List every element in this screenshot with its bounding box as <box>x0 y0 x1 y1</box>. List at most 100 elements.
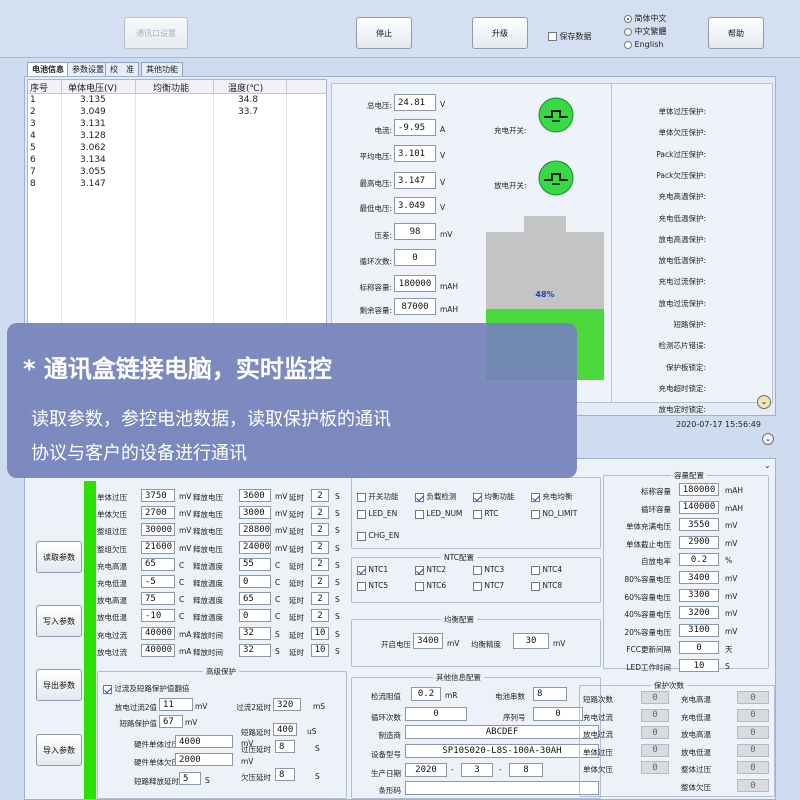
ntc-check[interactable] <box>473 565 482 575</box>
save-data-checkbox[interactable]: 保存数据 <box>548 31 592 42</box>
switch-check[interactable] <box>531 509 540 519</box>
lang-traditional[interactable]: 中文繁體 <box>624 25 667 38</box>
switch-check[interactable] <box>531 492 540 502</box>
capacity-input[interactable]: 140000 <box>679 500 719 514</box>
date-month-input[interactable]: 3 <box>461 763 493 777</box>
param-release-input[interactable]: 55 <box>239 557 271 571</box>
ntc-option[interactable]: NTC8 <box>531 581 562 591</box>
capacity-input[interactable]: 0 <box>679 641 719 655</box>
capacity-input[interactable]: 3400 <box>679 571 719 584</box>
switch-option[interactable]: 均衡功能 <box>473 491 514 502</box>
capacity-input[interactable]: 3100 <box>679 623 719 637</box>
ntc-option[interactable]: NTC4 <box>531 565 562 575</box>
balance-precision-input[interactable]: 30 <box>513 633 549 649</box>
ntc-option[interactable]: NTC3 <box>473 565 504 575</box>
export-params-button[interactable]: 导出参数 <box>36 669 82 701</box>
table-row[interactable]: 2 3.049 33.7 <box>28 107 326 119</box>
param-delay-input[interactable]: 2 <box>311 592 329 606</box>
param-release-input[interactable]: 24000 <box>239 540 271 554</box>
switch-option[interactable]: 开关功能 <box>357 491 398 502</box>
date-day-input[interactable]: 8 <box>509 763 543 777</box>
ntc-check[interactable] <box>473 581 482 591</box>
param-value-input[interactable]: 21600 <box>141 540 175 554</box>
param-value-input[interactable]: 40000 <box>141 643 175 657</box>
ntc-check[interactable] <box>415 565 424 575</box>
oc2-input[interactable]: 11 <box>159 698 193 711</box>
param-value-input[interactable]: 75 <box>141 592 175 606</box>
ntc-check[interactable] <box>357 565 366 575</box>
switch-option[interactable]: CHG_EN <box>357 531 399 541</box>
tab-calibration[interactable]: 校 准 <box>105 62 139 76</box>
lang-radio-traditional[interactable] <box>624 27 632 36</box>
date-year-input[interactable]: 2020 <box>405 763 447 777</box>
ntc-check[interactable] <box>357 581 366 591</box>
ntc-check[interactable] <box>531 565 540 575</box>
param-release-input[interactable]: 28800 <box>239 523 271 537</box>
upgrade-button[interactable]: 升级 <box>472 17 528 49</box>
param-value-input[interactable]: -10 <box>141 609 175 623</box>
param-release-input[interactable]: 32 <box>239 643 271 657</box>
switch-check[interactable] <box>415 509 424 519</box>
ntc-check[interactable] <box>415 581 424 591</box>
ov-delay-input[interactable]: 8 <box>275 740 295 753</box>
switch-option[interactable]: LED_NUM <box>415 509 462 519</box>
capacity-input[interactable]: 3550 <box>679 518 719 532</box>
sc-release-input[interactable]: 5 <box>179 772 201 785</box>
param-value-input[interactable]: 30000 <box>141 523 175 537</box>
ntc-option[interactable]: NTC2 <box>415 565 446 575</box>
param-release-input[interactable]: 32 <box>239 626 271 640</box>
param-value-input[interactable]: 2700 <box>141 506 175 520</box>
lang-radio-simplified[interactable] <box>624 14 632 23</box>
balance-start-input[interactable]: 3400 <box>413 633 443 649</box>
param-delay-input[interactable]: 2 <box>311 575 329 588</box>
switch-option[interactable]: 负载检测 <box>415 491 456 502</box>
table-row[interactable]: 1 3.135 34.8 <box>28 95 326 107</box>
ntc-option[interactable]: NTC7 <box>473 581 504 591</box>
tab-other-functions[interactable]: 其他功能 <box>141 62 183 76</box>
barcode-input[interactable] <box>405 781 599 795</box>
capacity-input[interactable]: 10 <box>679 659 719 672</box>
switch-check[interactable] <box>473 509 482 519</box>
param-value-input[interactable]: 3750 <box>141 489 175 502</box>
lang-simplified[interactable]: 简体中文 <box>624 12 667 25</box>
switch-option[interactable]: RTC <box>473 509 498 519</box>
table-row[interactable]: 8 3.147 <box>28 179 326 191</box>
ntc-check[interactable] <box>531 581 540 591</box>
param-delay-input[interactable]: 2 <box>311 557 329 571</box>
read-params-button[interactable]: 读取参数 <box>36 541 82 573</box>
table-row[interactable]: 5 3.062 <box>28 143 326 155</box>
help-button[interactable]: 帮助 <box>708 17 764 49</box>
switch-option[interactable]: LED_EN <box>357 509 397 519</box>
import-params-button[interactable]: 导入参数 <box>36 734 82 766</box>
stop-button[interactable]: 停止 <box>356 17 412 49</box>
sc-input[interactable]: 67 <box>159 715 183 728</box>
switch-check[interactable] <box>357 531 366 541</box>
param-value-input[interactable]: -5 <box>141 575 175 588</box>
param-value-input[interactable]: 65 <box>141 557 175 571</box>
param-release-input[interactable]: 0 <box>239 609 271 623</box>
capacity-input[interactable]: 3300 <box>679 588 719 602</box>
switch-option[interactable]: 充电均衡 <box>531 491 572 502</box>
switch-check[interactable] <box>473 492 482 502</box>
uv-delay-input[interactable]: 8 <box>275 768 295 781</box>
table-row[interactable]: 6 3.134 <box>28 155 326 167</box>
write-params-button[interactable]: 写入参数 <box>36 605 82 637</box>
cells-input[interactable]: 8 <box>533 687 567 701</box>
capacity-input[interactable]: 2900 <box>679 535 719 549</box>
capacity-input[interactable]: 3200 <box>679 606 719 620</box>
param-delay-input[interactable]: 2 <box>311 609 329 623</box>
switch-option[interactable]: NO_LIMIT <box>531 509 577 519</box>
capacity-input[interactable]: 180000 <box>679 483 719 496</box>
maker-input[interactable]: ABCDEF <box>405 725 599 739</box>
param-delay-input[interactable]: 2 <box>311 506 329 520</box>
table-row[interactable]: 7 3.055 <box>28 167 326 179</box>
oc2-delay-input[interactable]: 320 <box>273 698 301 711</box>
sc-delay-input[interactable]: 400 <box>273 723 297 736</box>
expand-icon[interactable]: ⌄ <box>762 433 774 445</box>
ntc-option[interactable]: NTC1 <box>357 565 388 575</box>
collapse-icon[interactable]: ⌄ <box>757 395 771 409</box>
serial-input[interactable]: 0 <box>533 707 583 721</box>
save-data-check[interactable] <box>548 32 557 41</box>
cycle-count-input[interactable]: 0 <box>405 707 467 721</box>
ntc-option[interactable]: NTC5 <box>357 581 388 591</box>
